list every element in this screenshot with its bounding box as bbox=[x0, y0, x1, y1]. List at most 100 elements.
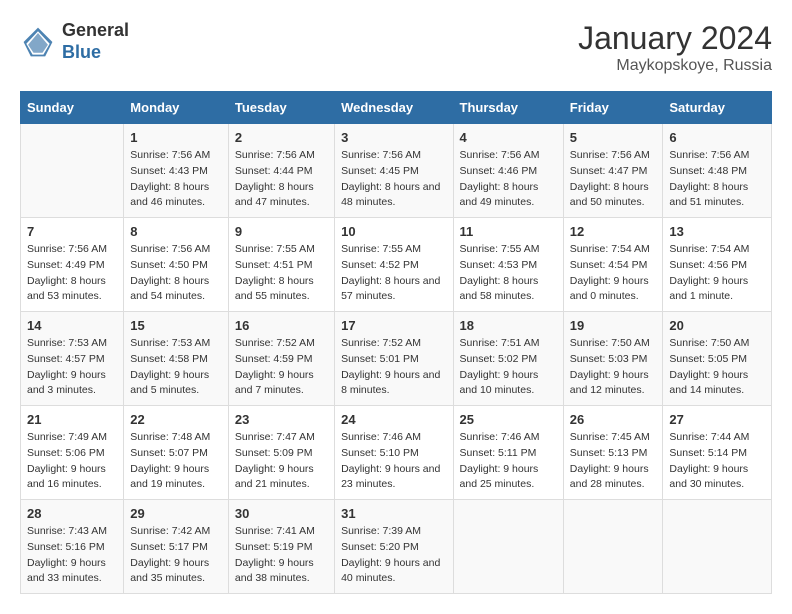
header-row: SundayMondayTuesdayWednesdayThursdayFrid… bbox=[21, 92, 772, 124]
day-info: Sunrise: 7:44 AMSunset: 5:14 PMDaylight:… bbox=[669, 430, 765, 493]
calendar-cell: 18Sunrise: 7:51 AMSunset: 5:02 PMDayligh… bbox=[453, 312, 563, 406]
day-number: 19 bbox=[570, 318, 657, 333]
calendar-cell: 14 Sunrise: 7:53 AMSunset: 4:57 PMDayligh… bbox=[21, 312, 124, 406]
day-info: Sunrise: 7:56 AMSunset: 4:45 PMDaylight:… bbox=[341, 148, 446, 211]
logo-blue-text: Blue bbox=[62, 42, 129, 64]
day-number: 22 bbox=[130, 412, 222, 427]
calendar-table: SundayMondayTuesdayWednesdayThursdayFrid… bbox=[20, 91, 772, 594]
calendar-cell: 15 Sunrise: 7:53 AMSunset: 4:58 PMDayligh… bbox=[124, 312, 229, 406]
title-area: January 2024 Maykopskoye, Russia bbox=[578, 20, 772, 75]
calendar-week-row: 14 Sunrise: 7:53 AMSunset: 4:57 PMDayligh… bbox=[21, 312, 772, 406]
calendar-cell: 25Sunrise: 7:46 AMSunset: 5:11 PMDayligh… bbox=[453, 406, 563, 500]
day-number: 31 bbox=[341, 506, 446, 521]
day-info: Sunrise: 7:48 AMSunset: 5:07 PMDaylight:… bbox=[130, 430, 222, 493]
calendar-cell: 30 Sunrise: 7:41 AMSunset: 5:19 PMDayligh… bbox=[228, 500, 334, 594]
calendar-cell: 16 Sunrise: 7:52 AMSunset: 4:59 PMDayligh… bbox=[228, 312, 334, 406]
day-number: 24 bbox=[341, 412, 446, 427]
calendar-cell: 11 Sunrise: 7:55 AMSunset: 4:53 PMDayligh… bbox=[453, 218, 563, 312]
day-number: 6 bbox=[669, 130, 765, 145]
day-info: Sunrise: 7:46 AMSunset: 5:10 PMDaylight:… bbox=[341, 430, 446, 493]
day-info: Sunrise: 7:39 AMSunset: 5:20 PMDaylight:… bbox=[341, 524, 446, 587]
calendar-cell: 28 Sunrise: 7:43 AMSunset: 5:16 PMDayligh… bbox=[21, 500, 124, 594]
day-info: Sunrise: 7:43 AMSunset: 5:16 PMDaylight:… bbox=[27, 524, 117, 587]
day-info: Sunrise: 7:55 AMSunset: 4:52 PMDaylight:… bbox=[341, 242, 446, 305]
weekday-header: Friday bbox=[563, 92, 663, 124]
calendar-cell: 7Sunrise: 7:56 AMSunset: 4:49 PMDaylight… bbox=[21, 218, 124, 312]
calendar-cell: 4Sunrise: 7:56 AMSunset: 4:46 PMDaylight… bbox=[453, 124, 563, 218]
day-info: Sunrise: 7:49 AMSunset: 5:06 PMDaylight:… bbox=[27, 430, 117, 493]
day-number: 20 bbox=[669, 318, 765, 333]
day-info: Sunrise: 7:50 AMSunset: 5:05 PMDaylight:… bbox=[669, 336, 765, 399]
day-number: 15 bbox=[130, 318, 222, 333]
day-info: Sunrise: 7:41 AMSunset: 5:19 PMDaylight:… bbox=[235, 524, 328, 587]
calendar-week-row: 1 Sunrise: 7:56 AMSunset: 4:43 PMDaylight… bbox=[21, 124, 772, 218]
day-number: 26 bbox=[570, 412, 657, 427]
day-info: Sunrise: 7:53 AMSunset: 4:57 PMDaylight:… bbox=[27, 336, 117, 399]
logo-text: General Blue bbox=[62, 20, 129, 63]
header: General Blue January 2024 Maykopskoye, R… bbox=[20, 20, 772, 75]
day-number: 30 bbox=[235, 506, 328, 521]
day-number: 1 bbox=[130, 130, 222, 145]
day-info: Sunrise: 7:54 AMSunset: 4:54 PMDaylight:… bbox=[570, 242, 657, 305]
day-info: Sunrise: 7:42 AMSunset: 5:17 PMDaylight:… bbox=[130, 524, 222, 587]
day-number: 23 bbox=[235, 412, 328, 427]
calendar-cell: 8 Sunrise: 7:56 AMSunset: 4:50 PMDaylight… bbox=[124, 218, 229, 312]
day-number: 12 bbox=[570, 224, 657, 239]
day-number: 28 bbox=[27, 506, 117, 521]
calendar-cell: 26 Sunrise: 7:45 AMSunset: 5:13 PMDayligh… bbox=[563, 406, 663, 500]
weekday-header: Wednesday bbox=[335, 92, 453, 124]
day-number: 4 bbox=[460, 130, 557, 145]
logo-general-text: General bbox=[62, 20, 129, 42]
weekday-header: Sunday bbox=[21, 92, 124, 124]
day-info: Sunrise: 7:53 AMSunset: 4:58 PMDaylight:… bbox=[130, 336, 222, 399]
day-number: 21 bbox=[27, 412, 117, 427]
day-number: 14 bbox=[27, 318, 117, 333]
calendar-cell: 29Sunrise: 7:42 AMSunset: 5:17 PMDayligh… bbox=[124, 500, 229, 594]
day-info: Sunrise: 7:56 AMSunset: 4:44 PMDaylight:… bbox=[235, 148, 328, 211]
logo-icon bbox=[20, 24, 56, 60]
day-number: 17 bbox=[341, 318, 446, 333]
weekday-header: Monday bbox=[124, 92, 229, 124]
day-info: Sunrise: 7:56 AMSunset: 4:47 PMDaylight:… bbox=[570, 148, 657, 211]
day-info: Sunrise: 7:56 AMSunset: 4:50 PMDaylight:… bbox=[130, 242, 222, 305]
day-info: Sunrise: 7:52 AMSunset: 5:01 PMDaylight:… bbox=[341, 336, 446, 399]
day-info: Sunrise: 7:47 AMSunset: 5:09 PMDaylight:… bbox=[235, 430, 328, 493]
day-number: 27 bbox=[669, 412, 765, 427]
calendar-cell: 27 Sunrise: 7:44 AMSunset: 5:14 PMDayligh… bbox=[663, 406, 772, 500]
day-number: 11 bbox=[460, 224, 557, 239]
day-info: Sunrise: 7:55 AMSunset: 4:51 PMDaylight:… bbox=[235, 242, 328, 305]
day-info: Sunrise: 7:56 AMSunset: 4:43 PMDaylight:… bbox=[130, 148, 222, 211]
day-info: Sunrise: 7:52 AMSunset: 4:59 PMDaylight:… bbox=[235, 336, 328, 399]
calendar-cell: 19Sunrise: 7:50 AMSunset: 5:03 PMDayligh… bbox=[563, 312, 663, 406]
weekday-header: Thursday bbox=[453, 92, 563, 124]
weekday-header: Saturday bbox=[663, 92, 772, 124]
day-number: 13 bbox=[669, 224, 765, 239]
calendar-cell: 12 Sunrise: 7:54 AMSunset: 4:54 PMDayligh… bbox=[563, 218, 663, 312]
day-info: Sunrise: 7:45 AMSunset: 5:13 PMDaylight:… bbox=[570, 430, 657, 493]
day-info: Sunrise: 7:56 AMSunset: 4:49 PMDaylight:… bbox=[27, 242, 117, 305]
calendar-cell: 22 Sunrise: 7:48 AMSunset: 5:07 PMDayligh… bbox=[124, 406, 229, 500]
day-number: 3 bbox=[341, 130, 446, 145]
day-info: Sunrise: 7:54 AMSunset: 4:56 PMDaylight:… bbox=[669, 242, 765, 305]
calendar-cell: 2Sunrise: 7:56 AMSunset: 4:44 PMDaylight… bbox=[228, 124, 334, 218]
calendar-cell: 5 Sunrise: 7:56 AMSunset: 4:47 PMDaylight… bbox=[563, 124, 663, 218]
day-info: Sunrise: 7:56 AMSunset: 4:48 PMDaylight:… bbox=[669, 148, 765, 211]
weekday-header: Tuesday bbox=[228, 92, 334, 124]
day-number: 18 bbox=[460, 318, 557, 333]
calendar-cell: 21 Sunrise: 7:49 AMSunset: 5:06 PMDayligh… bbox=[21, 406, 124, 500]
calendar-cell bbox=[663, 500, 772, 594]
day-info: Sunrise: 7:55 AMSunset: 4:53 PMDaylight:… bbox=[460, 242, 557, 305]
calendar-cell: 24 Sunrise: 7:46 AMSunset: 5:10 PMDayligh… bbox=[335, 406, 453, 500]
calendar-cell: 10Sunrise: 7:55 AMSunset: 4:52 PMDayligh… bbox=[335, 218, 453, 312]
calendar-cell: 6 Sunrise: 7:56 AMSunset: 4:48 PMDaylight… bbox=[663, 124, 772, 218]
location-title: Maykopskoye, Russia bbox=[578, 57, 772, 75]
day-number: 16 bbox=[235, 318, 328, 333]
calendar-cell bbox=[453, 500, 563, 594]
calendar-cell bbox=[21, 124, 124, 218]
calendar-cell: 17 Sunrise: 7:52 AMSunset: 5:01 PMDayligh… bbox=[335, 312, 453, 406]
day-number: 8 bbox=[130, 224, 222, 239]
calendar-cell: 3 Sunrise: 7:56 AMSunset: 4:45 PMDaylight… bbox=[335, 124, 453, 218]
calendar-cell: 20 Sunrise: 7:50 AMSunset: 5:05 PMDayligh… bbox=[663, 312, 772, 406]
calendar-cell bbox=[563, 500, 663, 594]
day-number: 5 bbox=[570, 130, 657, 145]
